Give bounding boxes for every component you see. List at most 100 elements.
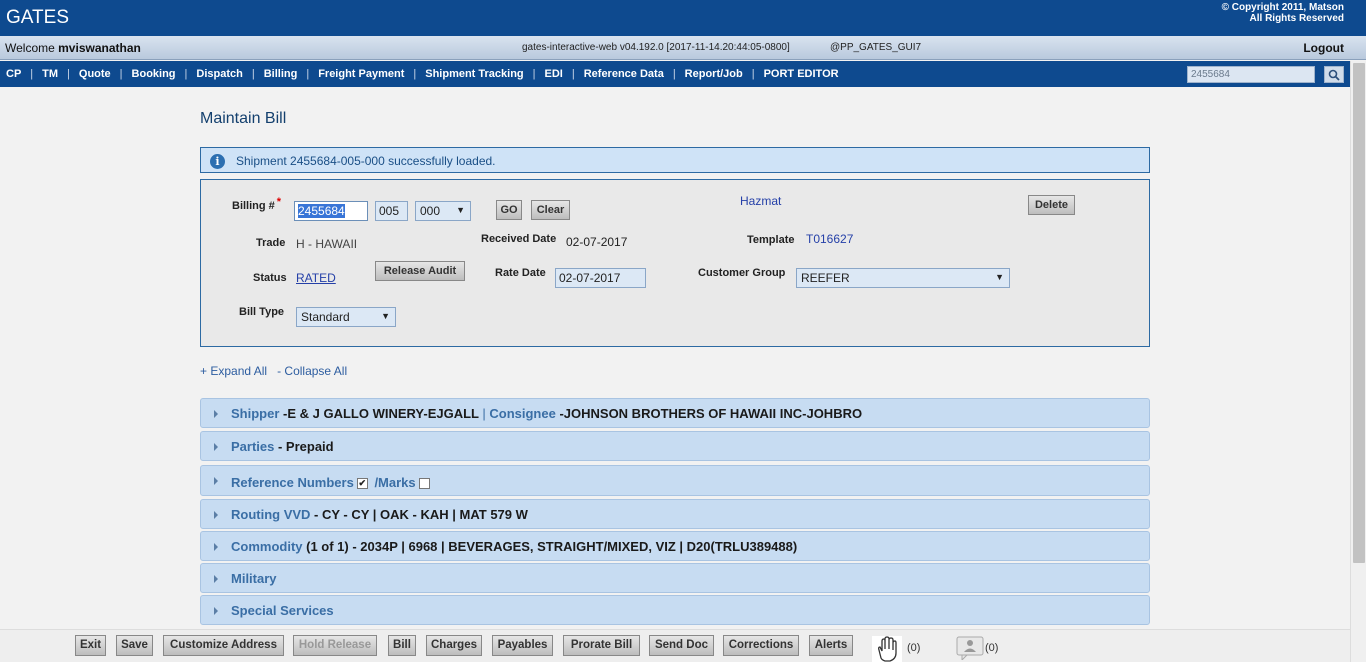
- go-button[interactable]: GO: [496, 200, 522, 220]
- billing-split-select[interactable]: 000 ▼: [415, 201, 471, 221]
- template-link[interactable]: T016627: [806, 232, 853, 246]
- delete-button[interactable]: Delete: [1028, 195, 1075, 215]
- save-button[interactable]: Save: [116, 635, 153, 656]
- trade-value: H - HAWAII: [296, 237, 358, 251]
- shipper-value: -E & J GALLO WINERY-EJGALL: [279, 406, 483, 421]
- clear-button[interactable]: Clear: [531, 200, 570, 220]
- logout-link[interactable]: Logout: [1303, 41, 1344, 55]
- search-input[interactable]: [1187, 66, 1315, 83]
- parties-panel[interactable]: Parties - Prepaid: [200, 431, 1150, 461]
- bill-type-select[interactable]: Standard ▼: [296, 307, 396, 327]
- parties-panel-header: Parties - Prepaid: [231, 439, 334, 454]
- nav-separator: |: [306, 68, 310, 80]
- expand-arrow-icon: [214, 410, 218, 418]
- nav-item-billing[interactable]: Billing: [264, 68, 298, 80]
- user-icon[interactable]: [956, 636, 984, 660]
- nav-item-tm[interactable]: TM: [42, 68, 58, 80]
- bill-type-value: Standard: [301, 310, 350, 324]
- send-doc-button[interactable]: Send Doc: [649, 635, 714, 656]
- status-link[interactable]: RATED: [296, 271, 336, 285]
- nav-item-shipment-tracking[interactable]: Shipment Tracking: [425, 68, 523, 80]
- billing-split-value: 000: [420, 204, 441, 218]
- commodity-value: (1 of 1) - 2034P | 6968 | BEVERAGES, STR…: [302, 539, 798, 554]
- received-date-value: 02-07-2017: [566, 235, 628, 249]
- nav-item-dispatch[interactable]: Dispatch: [196, 68, 242, 80]
- expand-arrow-icon: [214, 575, 218, 583]
- info-message: i Shipment 2455684-005-000 successfully …: [200, 147, 1150, 173]
- consignee-value: -JOHNSON BROTHERS OF HAWAII INC-JOHBRO: [555, 406, 863, 421]
- charges-button[interactable]: Charges: [426, 635, 482, 656]
- copyright-line-2: All Rights Reserved: [1249, 13, 1344, 24]
- rate-date-input[interactable]: 02-07-2017: [555, 268, 646, 288]
- copyright-line-1: © Copyright 2011, Matson: [1221, 2, 1344, 13]
- nav-item-reference-data[interactable]: Reference Data: [584, 68, 664, 80]
- military-panel-header: Military: [231, 571, 277, 586]
- expand-arrow-icon: [214, 477, 218, 485]
- nav-item-report-job[interactable]: Report/Job: [685, 68, 743, 80]
- template-label: Template: [747, 234, 795, 246]
- routing-value: - CY - CY | OAK - KAH | MAT 579 W: [310, 507, 528, 522]
- hold-release-button[interactable]: Hold Release: [293, 635, 377, 656]
- shipper-label: Shipper: [231, 406, 280, 421]
- expand-all-link[interactable]: + Expand All: [200, 364, 267, 378]
- commodity-panel[interactable]: Commodity (1 of 1) - 2034P | 6968 | BEVE…: [200, 531, 1150, 561]
- search-button[interactable]: [1324, 66, 1344, 83]
- exit-button[interactable]: Exit: [75, 635, 106, 656]
- hand-icon[interactable]: [872, 636, 902, 662]
- vertical-scrollbar[interactable]: [1350, 61, 1366, 662]
- corrections-button[interactable]: Corrections: [723, 635, 799, 656]
- military-panel[interactable]: Military: [200, 563, 1150, 593]
- reference-numbers-label: Reference Numbers: [231, 475, 354, 490]
- customize-address-button[interactable]: Customize Address: [163, 635, 284, 656]
- alerts-button[interactable]: Alerts: [809, 635, 853, 656]
- commodity-panel-header: Commodity (1 of 1) - 2034P | 6968 | BEVE…: [231, 539, 797, 554]
- nav-item-booking[interactable]: Booking: [132, 68, 176, 80]
- billing-label-text: Billing #: [232, 200, 275, 212]
- nav-separator: |: [532, 68, 536, 80]
- bill-type-label: Bill Type: [239, 306, 285, 318]
- customer-group-select[interactable]: REEFER ▼: [796, 268, 1010, 288]
- billing-seq-input[interactable]: 005: [375, 201, 408, 221]
- consignee-label: Consignee: [489, 406, 556, 421]
- nav-item-edi[interactable]: EDI: [545, 68, 563, 80]
- parties-value: - Prepaid: [274, 439, 334, 454]
- app-header: GATES © Copyright 2011, Matson All Right…: [0, 0, 1366, 36]
- commodity-label: Commodity: [231, 539, 303, 554]
- reference-numbers-checkbox[interactable]: ✔: [356, 478, 368, 490]
- info-message-text: Shipment 2455684-005-000 successfully lo…: [236, 154, 496, 168]
- billing-number-label: Billing # *: [232, 196, 281, 212]
- nav-item-port-editor[interactable]: PORT EDITOR: [764, 68, 839, 80]
- nav-item-quote[interactable]: Quote: [79, 68, 111, 80]
- shipper-panel[interactable]: Shipper -E & J GALLO WINERY-EJGALL | Con…: [200, 398, 1150, 428]
- marks-checkbox[interactable]: [418, 478, 430, 490]
- copyright: © Copyright 2011, Matson All Rights Rese…: [1222, 2, 1344, 24]
- nav-separator: |: [571, 68, 575, 80]
- nav-item-cp[interactable]: CP: [6, 68, 21, 80]
- scrollbar-thumb[interactable]: [1353, 63, 1365, 563]
- search-icon: [1328, 69, 1340, 81]
- special-services-panel[interactable]: Special Services: [200, 595, 1150, 625]
- nav-separator: |: [184, 68, 188, 80]
- hazmat-link[interactable]: Hazmat: [740, 194, 781, 208]
- customer-group-label: Customer Group: [698, 267, 786, 279]
- welcome-prefix: Welcome: [5, 41, 59, 55]
- nav-separator: |: [672, 68, 676, 80]
- bill-button[interactable]: Bill: [388, 635, 416, 656]
- server-text: @PP_GATES_GUI7: [830, 42, 922, 53]
- main-nav: CP | TM | Quote | Booking | Dispatch | Billin…: [0, 61, 1350, 87]
- nav-item-freight-payment[interactable]: Freight Payment: [318, 68, 404, 80]
- billing-number-input[interactable]: 2455684: [294, 201, 368, 221]
- chevron-down-icon: ▼: [456, 205, 465, 215]
- marks-label: /Marks: [370, 475, 416, 490]
- release-audit-button[interactable]: Release Audit: [375, 261, 465, 281]
- payables-button[interactable]: Payables: [492, 635, 553, 656]
- collapse-all-link[interactable]: - Collapse All: [277, 364, 347, 378]
- trade-label: Trade: [256, 237, 286, 249]
- routing-panel[interactable]: Routing VVD - CY - CY | OAK - KAH | MAT …: [200, 499, 1150, 529]
- shipper-panel-header: Shipper -E & J GALLO WINERY-EJGALL | Con…: [231, 406, 862, 421]
- chevron-down-icon: ▼: [995, 272, 1004, 282]
- prorate-bill-button[interactable]: Prorate Bill: [563, 635, 640, 656]
- chevron-down-icon: ▼: [381, 311, 390, 321]
- routing-label: Routing VVD: [231, 507, 311, 522]
- reference-numbers-panel[interactable]: Reference Numbers ✔ /Marks: [200, 465, 1150, 496]
